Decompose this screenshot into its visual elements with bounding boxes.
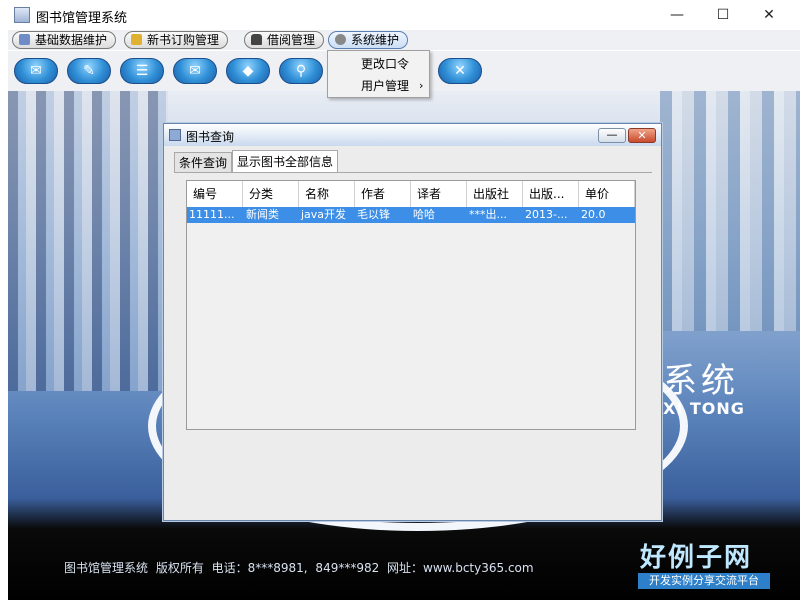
column-header-price[interactable]: 单价 (579, 181, 635, 207)
cell-category: 新闻类 (246, 208, 279, 221)
column-header-id[interactable]: 编号 (187, 181, 243, 207)
watermark-logo: 好例子网 (640, 543, 753, 573)
submenu-arrow-icon: › (419, 79, 424, 92)
cell-id: 11111... (189, 208, 235, 221)
window-titlebar[interactable]: 图书馆管理系统 — ☐ ✕ (0, 0, 800, 30)
tab-divider (174, 172, 652, 173)
close-button[interactable]: ✕ (746, 0, 792, 30)
tab-show-all-books[interactable]: 显示图书全部信息 (232, 150, 339, 173)
column-header-category[interactable]: 分类 (243, 181, 299, 207)
window-title: 图书馆管理系统 (36, 11, 128, 26)
tab-condition-query[interactable]: 条件查询 (174, 152, 233, 173)
column-header-name[interactable]: 名称 (299, 181, 355, 207)
cell-translator: 哈哈 (413, 208, 435, 221)
toolbar-borrow-icon[interactable]: ✉ (173, 58, 217, 84)
frame-minimize-button[interactable]: — (598, 128, 626, 143)
book-query-titlebar[interactable]: 图书查询 — ✕ (164, 124, 661, 146)
book-query-title: 图书查询 (186, 130, 235, 144)
books-table[interactable]: 编号 分类 名称 作者 译者 出版社 出版... 单价 11111... 新闻类… (186, 180, 636, 430)
watermark-tagline: 开发实例分享交流平台 (638, 573, 770, 589)
gear-icon (335, 34, 346, 45)
table-row[interactable]: 11111... 新闻类 java开发 毛以锋 哈哈 ***出... 2013-… (187, 207, 635, 223)
frame-close-button[interactable]: ✕ (628, 128, 656, 143)
book-query-window: 图书查询 — ✕ 条件查询 显示图书全部信息 编号 分类 名称 作者 译者 出版… (163, 123, 662, 521)
system-menu-dropdown: 更改口令 用户管理 › (327, 50, 430, 98)
cell-author: 毛以锋 (357, 208, 390, 221)
menu-item-change-password[interactable]: 更改口令 (328, 53, 429, 75)
menu-bar: 基础数据维护 新书订购管理 借阅管理 系统维护 (8, 30, 800, 50)
menu-item-user-management-label: 用户管理 (361, 79, 410, 93)
toolbar-search-icon[interactable]: ⚲ (279, 58, 323, 84)
bookshelf-image-left (8, 91, 168, 391)
column-header-publisher[interactable]: 出版社 (467, 181, 523, 207)
frame-icon (169, 129, 181, 141)
minimize-button[interactable]: — (654, 0, 700, 30)
lock-icon (251, 34, 262, 45)
menu-new-book-order-label: 新书订购管理 (147, 33, 220, 47)
maximize-button[interactable]: ☐ (700, 0, 746, 30)
cart-icon (131, 34, 142, 45)
column-header-pub-date[interactable]: 出版... (523, 181, 579, 207)
toolbar-list-icon[interactable]: ☰ (120, 58, 164, 84)
toolbar-edit-icon[interactable]: ✎ (67, 58, 111, 84)
menu-item-change-password-label: 更改口令 (361, 57, 410, 71)
menu-basic-data-label: 基础数据维护 (35, 33, 108, 47)
menu-item-user-management[interactable]: 用户管理 › (328, 75, 429, 97)
column-header-author[interactable]: 作者 (355, 181, 411, 207)
table-header: 编号 分类 名称 作者 译者 出版社 出版... 单价 (187, 181, 635, 208)
cell-name: java开发 (301, 208, 347, 221)
app-icon (14, 7, 30, 23)
toolbar-book-icon[interactable]: ✉ (14, 58, 58, 84)
cell-price: 20.0 (581, 208, 606, 221)
background-subtitle: XI TONG (663, 399, 745, 418)
menu-new-book-order[interactable]: 新书订购管理 (124, 31, 229, 49)
menu-system[interactable]: 系统维护 (328, 31, 409, 49)
cell-pub-date: 2013-... (525, 208, 568, 221)
toolbar-return-icon[interactable]: ◆ (226, 58, 270, 84)
background-title: 系统 (663, 361, 739, 401)
menu-basic-data[interactable]: 基础数据维护 (12, 31, 117, 49)
footer-copyright: 图书馆管理系统 版权所有 电话：8***8981, 849***982 网址：w… (64, 561, 534, 575)
menu-borrow[interactable]: 借阅管理 (244, 31, 325, 49)
toolbar-exit-icon[interactable]: ✕ (438, 58, 482, 84)
cell-publisher: ***出... (469, 208, 507, 221)
menu-borrow-label: 借阅管理 (267, 33, 316, 47)
column-header-translator[interactable]: 译者 (411, 181, 467, 207)
menu-system-label: 系统维护 (351, 33, 400, 47)
bookshelf-image-right (660, 91, 800, 331)
database-icon (19, 34, 30, 45)
